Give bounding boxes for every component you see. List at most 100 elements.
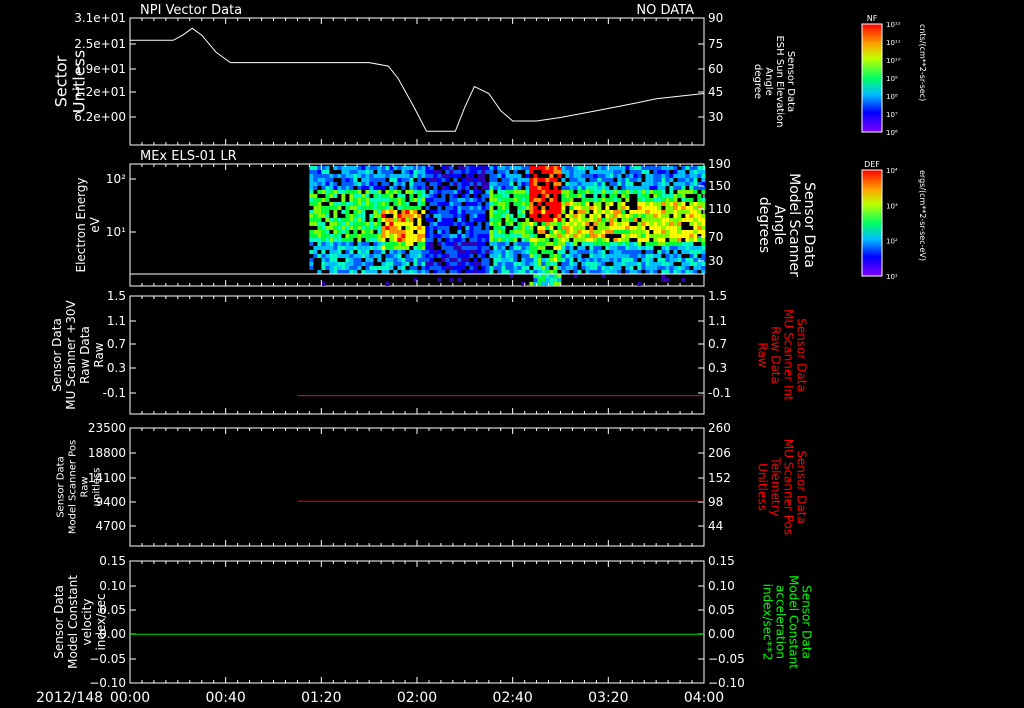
spectrogram-cell xyxy=(689,198,694,202)
spectrogram-cell xyxy=(521,198,526,202)
spectrogram-cell xyxy=(381,262,386,266)
spectrogram-cell xyxy=(425,254,430,258)
colorbar-title: DEF xyxy=(864,160,880,169)
spectrogram-cell xyxy=(357,254,362,258)
spectrogram-cell xyxy=(473,270,478,274)
spectrogram-cell xyxy=(633,258,638,262)
spectrogram-cell xyxy=(373,202,378,206)
spectrogram-cell xyxy=(641,222,646,226)
spectrogram-cell xyxy=(497,254,502,258)
spectrogram-cell xyxy=(541,178,546,182)
spectrogram-cell xyxy=(493,210,498,214)
spectrogram-cell xyxy=(357,262,362,266)
right-tick-label: 30 xyxy=(708,254,723,268)
spectrogram-cell xyxy=(525,242,530,246)
spectrogram-cell xyxy=(521,214,526,218)
spectrogram-cell xyxy=(481,234,486,238)
spectrogram-cell xyxy=(373,226,378,230)
spectrogram-cell xyxy=(529,190,534,194)
spectrogram-cell xyxy=(661,174,666,178)
spectrogram-cell xyxy=(509,222,514,226)
spectrogram-cell xyxy=(505,178,510,182)
spectrogram-cell xyxy=(561,250,566,254)
spectrogram-cell xyxy=(681,174,686,178)
spectrogram-cell xyxy=(433,174,438,178)
spectrogram-cell xyxy=(341,174,346,178)
spectrogram-cell xyxy=(445,222,450,226)
spectrogram-cell xyxy=(513,258,518,262)
spectrogram-cell xyxy=(385,262,390,266)
spectrogram-cell xyxy=(357,198,362,202)
spectrogram-cell xyxy=(437,250,442,254)
spectrogram-cell xyxy=(633,210,638,214)
spectrogram-cell xyxy=(545,218,550,222)
spectrogram-cell xyxy=(649,182,654,186)
spectrogram-cell xyxy=(557,230,562,234)
spectrogram-cell xyxy=(353,214,358,218)
spectrogram-cell xyxy=(361,242,366,246)
spectrogram-cell xyxy=(613,250,618,254)
spectrogram-cell xyxy=(513,194,518,198)
spectrogram-cell xyxy=(505,222,510,226)
spectrogram-cell xyxy=(445,254,450,258)
spectrogram-cell xyxy=(321,226,326,230)
spectrogram-cell xyxy=(445,246,450,250)
spectrogram-cell xyxy=(621,262,626,266)
spectrogram-cell xyxy=(653,178,658,182)
spectrogram-cell xyxy=(685,174,690,178)
spectrogram-cell xyxy=(317,202,322,206)
spectrogram-cell xyxy=(665,258,670,262)
spectrogram-cell xyxy=(325,226,330,230)
spectrogram-cell xyxy=(525,270,530,274)
spectrogram-cell xyxy=(341,262,346,266)
spectrogram-cell xyxy=(441,254,446,258)
spectrogram-cell xyxy=(661,258,666,262)
spectrogram-cell xyxy=(313,210,318,214)
spectrogram-cell xyxy=(445,202,450,206)
spectrogram-cell xyxy=(681,194,686,198)
spectrogram-cell xyxy=(485,266,490,270)
spectrogram-cell xyxy=(313,174,318,178)
spectrogram-cell xyxy=(313,206,318,210)
spectrogram-cell xyxy=(557,214,562,218)
spectrogram-cell xyxy=(701,242,706,246)
spectrogram-cell xyxy=(405,226,410,230)
spectrogram-cell xyxy=(417,238,422,242)
spectrogram-cell xyxy=(541,166,546,170)
spectrogram-cell xyxy=(485,230,490,234)
spectrogram-cell xyxy=(457,206,462,210)
spectrogram-cell xyxy=(325,262,330,266)
spectrogram-cell xyxy=(457,198,462,202)
spectrogram-cell xyxy=(365,266,370,270)
spectrogram-cell xyxy=(697,198,702,202)
spectrogram-cell xyxy=(469,198,474,202)
spectrogram-cell xyxy=(321,266,326,270)
spectrogram-cell xyxy=(309,170,314,174)
spectrogram-cell xyxy=(541,206,546,210)
colorbar-tick-label: 10³ xyxy=(886,202,898,210)
spectrogram-cell xyxy=(377,254,382,258)
spectrogram-cell xyxy=(593,174,598,178)
y2-axis-label-line: index/sec**2 xyxy=(761,584,775,661)
spectrogram-cell xyxy=(665,270,670,274)
spectrogram-cell xyxy=(401,242,406,246)
spectrogram-cell xyxy=(385,218,390,222)
spectrogram-cell xyxy=(625,230,630,234)
spectrogram-cell xyxy=(361,262,366,266)
spectrogram-cell xyxy=(405,238,410,242)
spectrogram-cell xyxy=(605,246,610,250)
spectrogram-cell xyxy=(657,242,662,246)
spectrogram-cell xyxy=(321,174,326,178)
spectrogram-cell xyxy=(449,210,454,214)
spectrogram-cell xyxy=(341,182,346,186)
spectrogram-cell xyxy=(385,202,390,206)
spectrogram-cell xyxy=(489,190,494,194)
spectrogram-cell xyxy=(541,262,546,266)
spectrogram-cell xyxy=(649,270,654,274)
spectrogram-cell xyxy=(389,186,394,190)
spectrogram-cell xyxy=(429,238,434,242)
spectrogram-cell xyxy=(453,174,458,178)
spectrogram-cell xyxy=(325,190,330,194)
spectrogram-cell xyxy=(309,190,314,194)
spectrogram-cell xyxy=(649,210,654,214)
